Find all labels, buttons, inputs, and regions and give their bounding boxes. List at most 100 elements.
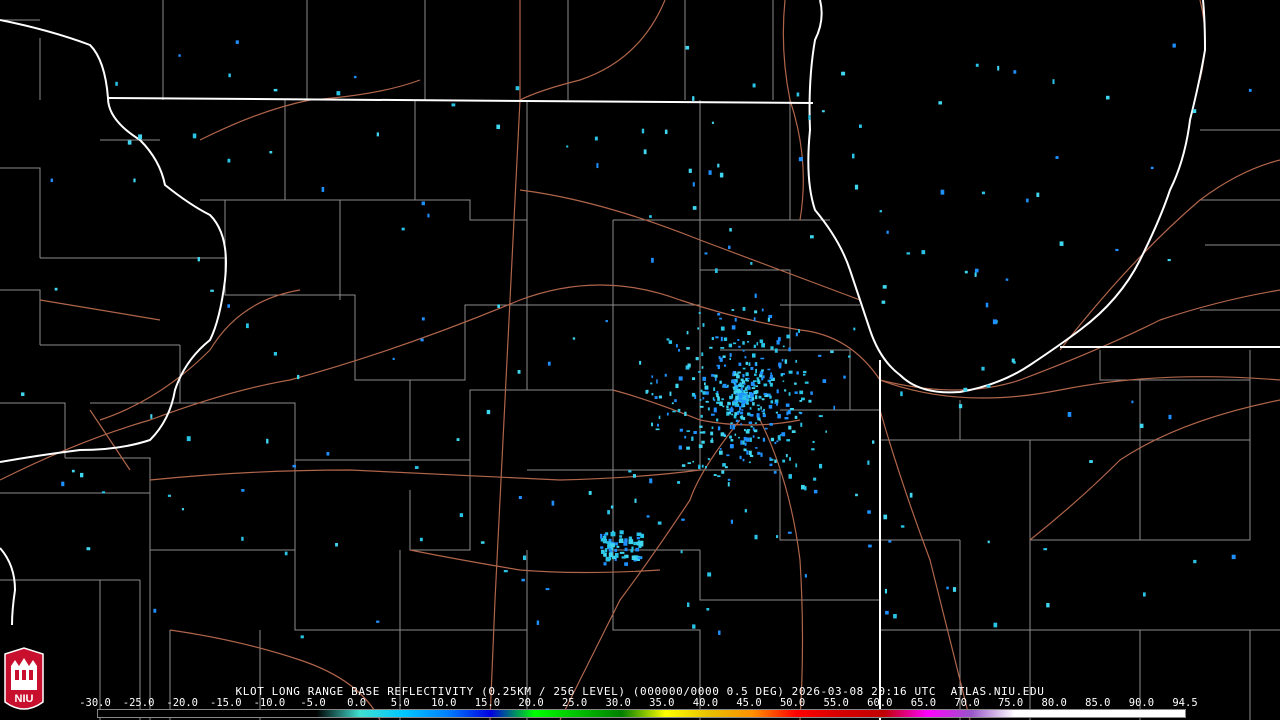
echo-pixel [759,373,762,375]
echo-pixel [801,397,805,401]
echo-pixel [731,413,733,416]
echo-pixel [729,228,732,232]
echo-pixel [753,317,756,322]
echo-pixel [720,432,725,437]
echo-pixel [686,347,690,350]
echo-pixel [758,395,762,399]
echo-pixel [763,408,766,411]
echo-pixel [604,548,608,553]
echo-pixel [646,515,650,518]
echo-pixel [855,493,858,497]
echo-pixel [608,557,612,561]
echo-pixel [761,410,765,413]
echo-pixel [572,337,576,340]
echo-pixel [893,614,897,619]
echo-pixel [810,391,813,395]
echo-pixel [687,363,691,368]
echo-pixel [731,309,735,311]
echo-pixel [664,373,667,377]
echo-pixel [784,359,788,364]
echo-pixel [800,422,803,427]
echo-pixel [794,391,798,394]
echo-pixel [616,545,620,548]
echo-pixel [708,170,712,175]
echo-pixel [21,392,25,396]
echo-pixel [721,398,724,401]
echo-pixel [603,562,607,566]
echo-pixel [804,574,807,578]
echo-pixel [602,536,607,541]
echo-pixel [804,381,809,384]
echo-pixel [675,344,678,348]
echo-pixel [451,103,456,107]
echo-pixel [292,464,297,468]
echo-pixel [456,438,460,442]
colorbar-tick: 50.0 [779,697,806,709]
echo-pixel [821,110,825,113]
state-boundaries [0,0,1280,720]
echo-pixel [738,394,743,399]
echo-pixel [981,191,986,195]
echo-pixel [707,572,712,577]
echo-pixel [756,378,759,383]
echo-pixel [701,352,704,357]
echo-pixel [210,289,214,292]
echo-pixel [666,338,670,341]
echo-pixel [649,478,653,484]
echo-pixel [748,421,753,425]
echo-pixel [624,562,629,566]
echo-pixel [756,377,759,379]
echo-pixel [619,530,624,535]
echo-pixel [782,380,785,383]
echo-pixel [709,346,713,349]
echo-pixel [227,304,230,308]
echo-pixel [632,474,637,478]
echo-pixel [761,308,764,312]
echo-pixel [354,75,357,79]
echo-pixel [744,356,747,359]
echo-pixel [745,386,748,389]
colorbar-tick: 35.0 [649,697,675,709]
echo-pixel [678,349,681,352]
echo-pixel [750,425,753,428]
echo-pixel [699,431,704,434]
echo-pixel [777,435,781,440]
echo-pixel [795,359,798,363]
echo-pixel [735,395,739,400]
echo-pixel [762,412,766,415]
echo-pixel [717,475,721,478]
echo-pixel [735,393,738,395]
echo-pixel [730,439,734,442]
echo-pixel [1150,166,1154,170]
echo-pixel [1143,592,1146,597]
echo-pixel [228,73,231,78]
echo-pixel [739,411,744,415]
echo-pixel [843,375,846,379]
echo-pixel [940,189,945,195]
echo-pixel [631,555,637,560]
echo-pixel [127,140,132,145]
echo-pixel [722,355,726,358]
echo-pixel [695,357,699,361]
echo-pixel [336,91,341,96]
echo-pixel [752,380,757,382]
echo-pixel [762,414,766,418]
echo-pixel [414,466,419,469]
echo-pixel [729,353,732,357]
echo-pixel [884,588,888,594]
echo-pixel [600,533,603,539]
echo-pixel [566,145,569,148]
echo-pixel [796,92,800,97]
echo-pixel [751,387,756,390]
echo-pixel [610,532,616,537]
echo-pixel [946,586,949,590]
echo-pixel [769,423,773,426]
echo-pixel [711,413,715,416]
echo-pixel [804,486,807,491]
echo-pixel [605,320,608,323]
echo-pixel [774,459,777,463]
echo-pixel [685,45,690,50]
echo-pixel [615,553,619,558]
echo-pixel [754,293,757,298]
echo-pixel [711,121,714,124]
